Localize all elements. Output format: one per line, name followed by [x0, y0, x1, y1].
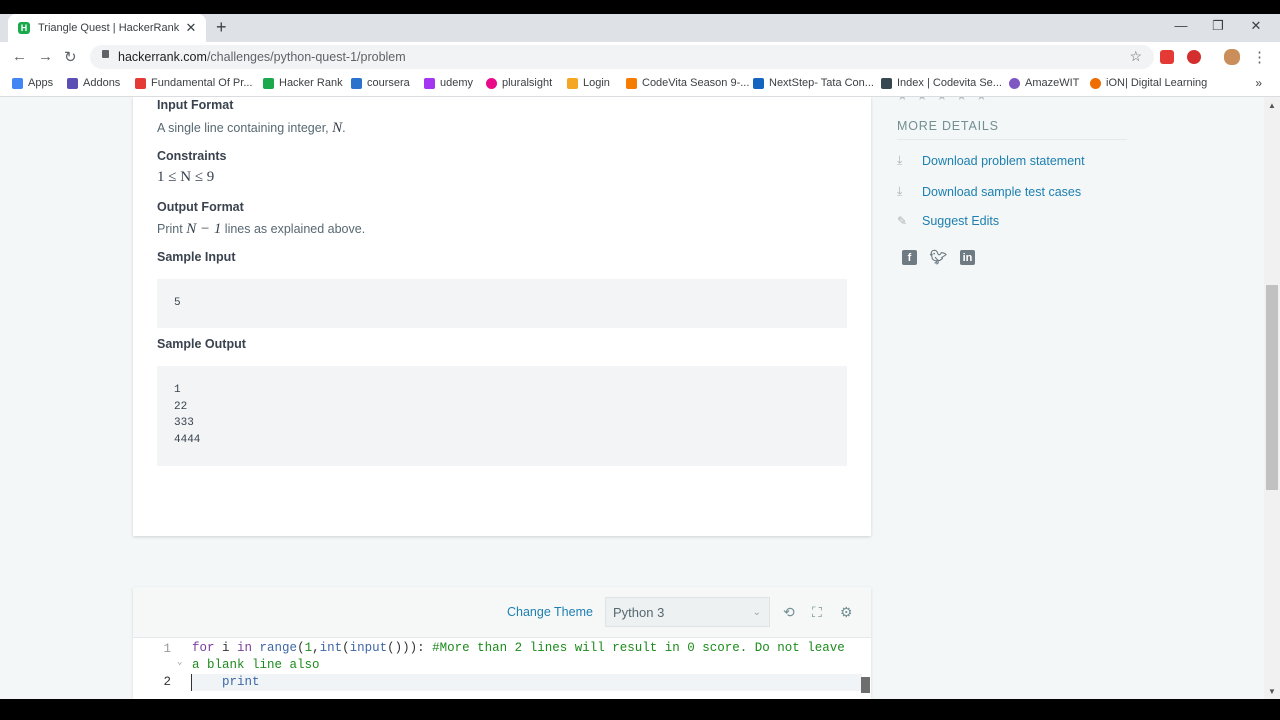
input-format-heading: Input Format [157, 98, 234, 112]
chevron-down-icon: ⌄ [752, 606, 761, 618]
bookmark-apps[interactable]: Apps [12, 77, 53, 89]
udemy-icon [424, 77, 435, 89]
tab-close-icon[interactable]: ✕ [182, 20, 200, 36]
extension-pocket-icon[interactable] [1160, 50, 1174, 64]
sample-output-heading: Sample Output [157, 337, 246, 351]
scroll-down-icon[interactable]: ▼ [1268, 687, 1276, 696]
screen-top-edge [0, 0, 1280, 14]
url-text: hackerrank.com/challenges/python-quest-1… [118, 50, 406, 64]
pluralsight-icon [486, 77, 497, 89]
change-theme-link[interactable]: Change Theme [507, 605, 593, 619]
browser-toolbar: ← → ↻ hackerrank.com/challenges/python-q… [0, 42, 1280, 72]
rating-stars-icon[interactable]: ★★★★★ [897, 97, 996, 103]
input-format-text: A single line containing integer, N. [157, 120, 346, 136]
window-close-icon[interactable]: ✕ [1238, 18, 1274, 34]
bookmark-codevita-index[interactable]: Index | Codevita Se... [881, 77, 1002, 89]
login-icon [567, 77, 578, 89]
language-select[interactable]: Python 3 ⌄ [605, 597, 770, 627]
new-tab-icon[interactable]: + [216, 17, 227, 38]
download-tests-link[interactable]: ⤓ Download sample test cases [897, 184, 1081, 199]
bookmark-codevita[interactable]: CodeVita Season 9-... [626, 77, 749, 89]
back-icon[interactable]: ← [12, 48, 27, 65]
bookmark-fundamentals[interactable]: Fundamental Of Pr... [135, 77, 253, 89]
bookmark-ion[interactable]: iON| Digital Learning [1090, 77, 1207, 89]
bookmark-addons[interactable]: Addons [67, 77, 120, 89]
line-number: 2 [163, 675, 171, 689]
scrollbar-thumb[interactable] [1266, 285, 1278, 490]
minimize-icon[interactable]: — [1163, 18, 1199, 33]
sample-input-block: 5 [157, 279, 847, 328]
active-line-highlight [191, 674, 862, 691]
restore-icon[interactable]: ❐ [1200, 18, 1236, 34]
reload-icon[interactable]: ↻ [64, 48, 77, 66]
bookmark-coursera[interactable]: coursera [351, 77, 410, 89]
codevita-icon [626, 77, 637, 89]
bookmark-udemy[interactable]: udemy [424, 77, 473, 89]
code-area[interactable]: 1 ⌄ for i in range(1,int(input())): #Mor… [133, 637, 871, 699]
output-format-text: Print N − 1 lines as explained above. [157, 221, 366, 237]
code-editor-panel: Change Theme Python 3 ⌄ ⟲ ⛶ ⚙ 1 ⌄ for i … [133, 587, 871, 699]
editor-scrollbar[interactable] [861, 677, 870, 693]
bookmark-nextstep[interactable]: NextStep- Tata Con... [753, 77, 874, 89]
hackerrank-favicon-icon: H [18, 22, 30, 34]
sample-input-heading: Sample Input [157, 250, 236, 264]
ion-icon [1090, 77, 1101, 89]
fullscreen-icon[interactable]: ⛶ [812, 604, 822, 621]
page-scrollbar[interactable]: ▲ ▼ [1264, 97, 1280, 699]
problem-statement-card: Input Format A single line containing in… [133, 97, 871, 536]
suggest-edits-link[interactable]: ✎ Suggest Edits [897, 214, 999, 228]
fold-chevron-icon[interactable]: ⌄ [177, 657, 182, 667]
sample-output-code: 1 22 333 4444 [174, 384, 201, 447]
sample-output-block: 1 22 333 4444 [157, 366, 847, 466]
menu-kebab-icon[interactable]: ⋮ [1252, 48, 1267, 66]
bookmark-amazewit[interactable]: AmazeWIT [1009, 77, 1079, 89]
apps-grid-icon [12, 77, 23, 89]
settings-gear-icon[interactable]: ⚙ [840, 604, 853, 621]
code-line: for i in range(1,int(input())): #More th… [192, 641, 845, 655]
coursera-icon [351, 77, 362, 89]
history-icon[interactable]: ⟲ [783, 604, 795, 621]
pencil-icon: ✎ [897, 214, 908, 228]
sidebar-divider [897, 139, 1127, 140]
bookmark-star-icon[interactable]: ☆ [1129, 48, 1142, 65]
facebook-icon[interactable]: f [902, 250, 917, 265]
bookmark-login[interactable]: Login [567, 77, 610, 89]
download-icon: ⤓ [897, 153, 903, 167]
constraints-heading: Constraints [157, 149, 227, 163]
code-line: print [192, 675, 260, 689]
sample-input-code: 5 [174, 297, 181, 309]
more-details-heading: MORE DETAILS [897, 119, 999, 133]
address-bar[interactable]: hackerrank.com/challenges/python-quest-1… [90, 45, 1154, 69]
bookmark-pluralsight[interactable]: pluralsight [486, 77, 552, 89]
adblock-icon[interactable] [1187, 50, 1201, 64]
amazewit-icon [1009, 77, 1020, 89]
editor-toolbar: Change Theme Python 3 ⌄ ⟲ ⛶ ⚙ [133, 587, 871, 638]
line-number: 1 [163, 642, 171, 656]
scroll-up-icon[interactable]: ▲ [1268, 101, 1276, 110]
page-viewport: Input Format A single line containing in… [0, 97, 1264, 699]
download-icon: ⤓ [897, 184, 903, 198]
bookmarks-bar: Apps Addons Fundamental Of Pr... Hacker … [0, 72, 1280, 97]
tab-title: Triangle Quest | HackerRank [38, 22, 180, 34]
addons-icon [67, 77, 78, 89]
screen-bottom-edge [0, 699, 1280, 720]
twitter-icon[interactable]: 🐦︎ [930, 249, 948, 265]
profile-avatar[interactable] [1224, 49, 1240, 65]
linkedin-icon[interactable]: in [960, 250, 975, 265]
constraints-text: 1 ≤ N ≤ 9 [157, 169, 215, 185]
lock-icon [102, 50, 109, 58]
hackerrank-icon [263, 77, 274, 89]
codevita-index-icon [881, 77, 892, 89]
browser-tab[interactable]: H Triangle Quest | HackerRank ✕ [8, 14, 206, 42]
code-line-wrapped: a blank line also [192, 658, 320, 672]
bookmarks-overflow-icon[interactable]: » [1255, 76, 1262, 90]
forward-icon[interactable]: → [38, 48, 53, 65]
tata-icon [753, 77, 764, 89]
bookmark-icon [135, 77, 146, 89]
bookmark-hackerrank[interactable]: Hacker Rank [263, 77, 343, 89]
output-format-heading: Output Format [157, 200, 244, 214]
download-problem-link[interactable]: ⤓ Download problem statement [897, 153, 1085, 168]
browser-tab-bar: H Triangle Quest | HackerRank ✕ + — ❐ ✕ [0, 14, 1280, 42]
